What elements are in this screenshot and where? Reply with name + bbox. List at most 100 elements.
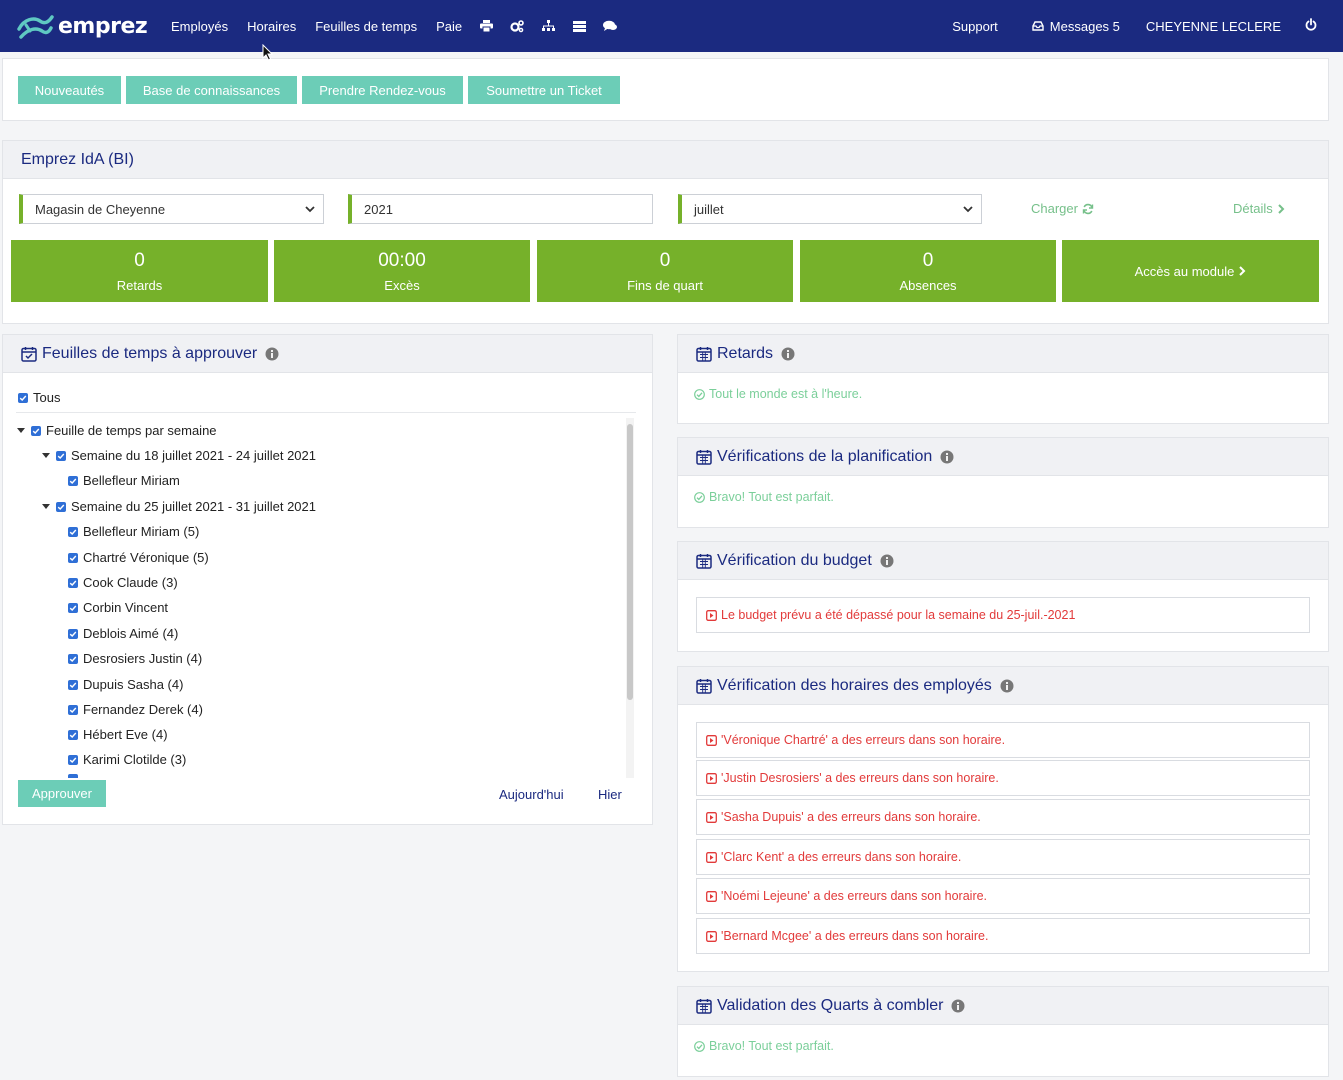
- navbar-right: Support Messages 5 CHEYENNE LECLERE: [952, 0, 1343, 52]
- employee-checkbox[interactable]: [68, 552, 78, 563]
- retards-tile[interactable]: 0 Retards: [11, 240, 268, 302]
- employee-checkbox[interactable]: [68, 679, 78, 690]
- nav-messages[interactable]: Messages 5: [1032, 19, 1120, 34]
- calendar-icon: [696, 449, 712, 465]
- prendre-rendez-vous-button[interactable]: Prendre Rendez-vous: [302, 76, 463, 104]
- horaire-error-item[interactable]: 'Noémi Lejeune' a des erreurs dans son h…: [696, 878, 1310, 914]
- week1-row[interactable]: Semaine du 18 juillet 2021 - 24 juillet …: [42, 448, 316, 463]
- horaire-error-item[interactable]: 'Bernard Mcgee' a des erreurs dans son h…: [696, 918, 1310, 954]
- employee-row-partial[interactable]: [68, 774, 83, 778]
- employee-row[interactable]: Bellefleur Miriam: [68, 473, 180, 488]
- nav-horaires[interactable]: Horaires: [247, 19, 296, 34]
- caret-down-icon[interactable]: [42, 453, 50, 458]
- horaire-error-item[interactable]: 'Clarc Kent' a des erreurs dans son hora…: [696, 839, 1310, 875]
- employee-label: Karimi Clotilde (3): [83, 752, 187, 767]
- employee-checkbox[interactable]: [68, 754, 78, 765]
- chevron-right-icon: [1239, 266, 1246, 276]
- employee-checkbox[interactable]: [68, 602, 78, 613]
- select-all-checkbox[interactable]: [18, 392, 28, 403]
- budget-error-item[interactable]: Le budget prévu a été dépassé pour la se…: [696, 597, 1310, 633]
- employee-checkbox[interactable]: [68, 729, 78, 740]
- year-input[interactable]: 2021: [348, 194, 653, 224]
- soumettre-ticket-button[interactable]: Soumettre un Ticket: [468, 76, 620, 104]
- employee-row[interactable]: Dupuis Sasha (4): [68, 677, 183, 692]
- employee-row[interactable]: Deblois Aimé (4): [68, 626, 178, 641]
- details-link[interactable]: Détails: [1233, 201, 1285, 216]
- retards-ok-message: Tout le monde est à l'heure.: [694, 387, 862, 401]
- month-select[interactable]: juillet: [678, 194, 982, 224]
- employee-row[interactable]: Chartré Véronique (5): [68, 550, 209, 565]
- tree-root-checkbox[interactable]: [31, 425, 41, 436]
- print-icon[interactable]: [479, 19, 493, 33]
- nav-employes[interactable]: Employés: [171, 19, 228, 34]
- week2-row[interactable]: Semaine du 25 juillet 2021 - 31 juillet …: [42, 499, 316, 514]
- absences-tile[interactable]: 0 Absences: [800, 240, 1056, 302]
- base-connaissances-button[interactable]: Base de connaissances: [126, 76, 297, 104]
- charger-link[interactable]: Charger: [1031, 201, 1094, 216]
- employee-row[interactable]: Bellefleur Miriam (5): [68, 524, 199, 539]
- month-select-value: juillet: [694, 201, 724, 217]
- week1-checkbox[interactable]: [56, 450, 66, 461]
- server-icon[interactable]: [572, 19, 586, 33]
- nav-support[interactable]: Support: [952, 19, 998, 34]
- employee-checkbox[interactable]: [68, 628, 78, 639]
- store-select[interactable]: Magasin de Cheyenne: [19, 194, 324, 224]
- tree-root-row[interactable]: Feuille de temps par semaine: [17, 423, 217, 438]
- week1-label: Semaine du 18 juillet 2021 - 24 juillet …: [71, 448, 317, 463]
- employee-row[interactable]: Hébert Eve (4): [68, 727, 168, 742]
- yesterday-link[interactable]: Hier: [598, 787, 622, 802]
- nav-paie[interactable]: Paie: [436, 19, 462, 34]
- quarts-panel-header: Validation des Quarts à combler: [678, 987, 1328, 1025]
- nav-feuilles-de-temps[interactable]: Feuilles de temps: [315, 19, 417, 34]
- retards-ok-text: Tout le monde est à l'heure.: [709, 387, 863, 401]
- horaire-error-item[interactable]: 'Sasha Dupuis' a des erreurs dans son ho…: [696, 799, 1310, 835]
- tree-scrollbar-track[interactable]: [626, 418, 634, 778]
- play-square-icon: [706, 811, 717, 823]
- employee-checkbox[interactable]: [68, 526, 78, 537]
- info-icon[interactable]: [1000, 679, 1014, 693]
- employee-checkbox[interactable]: [68, 704, 78, 715]
- employee-row[interactable]: Fernandez Derek (4): [68, 702, 203, 717]
- horaire-error-text: 'Bernard Mcgee' a des erreurs dans son h…: [721, 929, 989, 943]
- comments-icon[interactable]: [603, 19, 618, 33]
- absences-count: 0: [922, 249, 934, 271]
- tree-scrollbar-thumb[interactable]: [627, 424, 633, 700]
- today-link[interactable]: Aujourd'hui: [499, 787, 564, 802]
- calendar-check-icon: [21, 346, 37, 362]
- caret-down-icon[interactable]: [17, 428, 25, 433]
- employee-checkbox[interactable]: [68, 577, 78, 588]
- caret-down-icon[interactable]: [42, 504, 50, 509]
- power-icon[interactable]: [1305, 18, 1317, 34]
- employee-row[interactable]: Corbin Vincent: [68, 600, 168, 615]
- employee-row[interactable]: Desrosiers Justin (4): [68, 651, 202, 666]
- planification-panel: Vérifications de la planification: [677, 437, 1329, 528]
- employee-label: Deblois Aimé (4): [83, 626, 179, 641]
- calendar-icon: [696, 553, 712, 569]
- cogs-icon[interactable]: [510, 19, 524, 33]
- tree-divider: [16, 412, 636, 413]
- fins-de-quart-tile[interactable]: 0 Fins de quart: [537, 240, 793, 302]
- info-icon[interactable]: [880, 554, 894, 568]
- nouveautes-button[interactable]: Nouveautés: [18, 76, 121, 104]
- week2-checkbox[interactable]: [56, 501, 66, 512]
- info-icon[interactable]: [265, 347, 279, 361]
- horaire-error-item[interactable]: 'Justin Desrosiers' a des erreurs dans s…: [696, 760, 1310, 796]
- planification-ok-message: Bravo! Tout est parfait.: [694, 490, 834, 504]
- employee-row[interactable]: Karimi Clotilde (3): [68, 752, 186, 767]
- acces-module-tile[interactable]: Accès au module: [1062, 240, 1319, 302]
- info-icon[interactable]: [940, 450, 954, 464]
- employee-checkbox[interactable]: [68, 774, 78, 778]
- nav-user-name[interactable]: CHEYENNE LECLERE: [1146, 19, 1281, 34]
- info-icon[interactable]: [781, 347, 795, 361]
- employee-row[interactable]: Cook Claude (3): [68, 575, 178, 590]
- emprez-logo[interactable]: emprez: [16, 11, 152, 41]
- exces-tile[interactable]: 00:00 Excès: [274, 240, 530, 302]
- horaire-error-item[interactable]: 'Véronique Chartré' a des erreurs dans s…: [696, 722, 1310, 758]
- employee-checkbox[interactable]: [68, 653, 78, 664]
- employee-checkbox[interactable]: [68, 475, 78, 486]
- sitemap-icon[interactable]: [541, 19, 555, 33]
- info-icon[interactable]: [951, 999, 965, 1013]
- select-all-row[interactable]: Tous: [18, 390, 60, 405]
- details-label: Détails: [1233, 201, 1273, 216]
- approve-button[interactable]: Approuver: [18, 780, 106, 807]
